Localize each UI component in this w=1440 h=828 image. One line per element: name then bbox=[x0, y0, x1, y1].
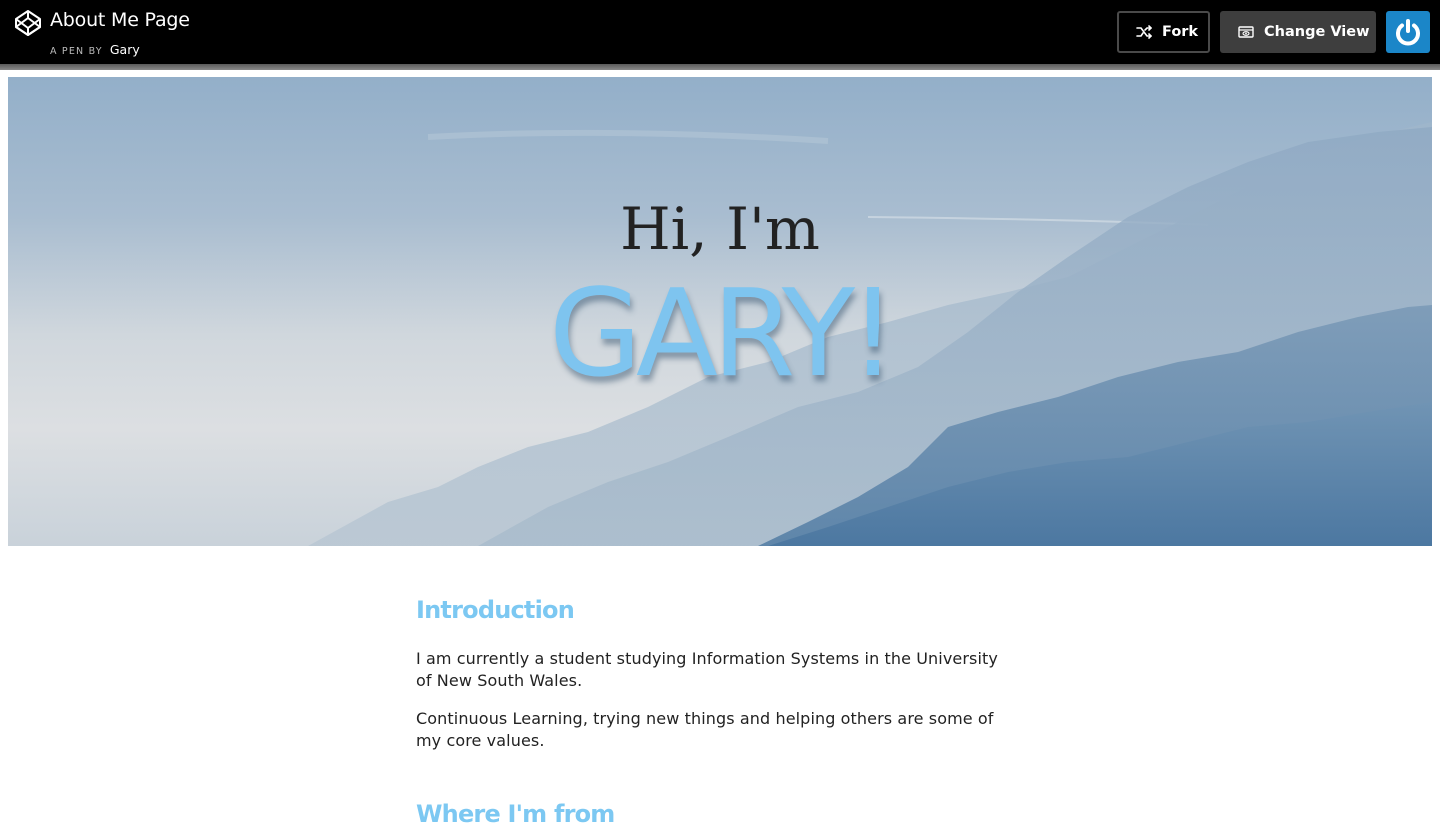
where-from-heading: Where I'm from bbox=[416, 800, 615, 828]
pen-title: About Me Page bbox=[50, 9, 190, 31]
hero-name: GARY! bbox=[548, 265, 897, 404]
change-view-label: Change View bbox=[1264, 24, 1370, 40]
hero-banner: Hi, I'm GARY! bbox=[8, 77, 1432, 546]
by-label: A PEN BY bbox=[50, 46, 103, 57]
power-button[interactable] bbox=[1386, 11, 1430, 53]
fork-icon bbox=[1136, 25, 1152, 39]
intro-paragraph-2: Continuous Learning, trying new things a… bbox=[416, 709, 994, 750]
introduction-heading: Introduction bbox=[416, 596, 575, 624]
hero-greeting: Hi, I'm bbox=[620, 195, 820, 263]
header-divider bbox=[0, 64, 1440, 70]
fork-label: Fork bbox=[1162, 24, 1199, 40]
intro-paragraph-1: I am currently a student studying Inform… bbox=[416, 649, 998, 690]
pen-author-line: A PEN BY Gary bbox=[50, 39, 140, 58]
eye-icon bbox=[1238, 26, 1254, 38]
author-link[interactable]: Gary bbox=[110, 42, 140, 57]
power-icon bbox=[1396, 19, 1420, 46]
codepen-header: About Me Page A PEN BY Gary Fork Change … bbox=[0, 0, 1440, 64]
fork-button[interactable]: Fork bbox=[1117, 11, 1210, 53]
codepen-logo-icon[interactable] bbox=[14, 9, 42, 37]
change-view-button[interactable]: Change View bbox=[1220, 11, 1376, 53]
